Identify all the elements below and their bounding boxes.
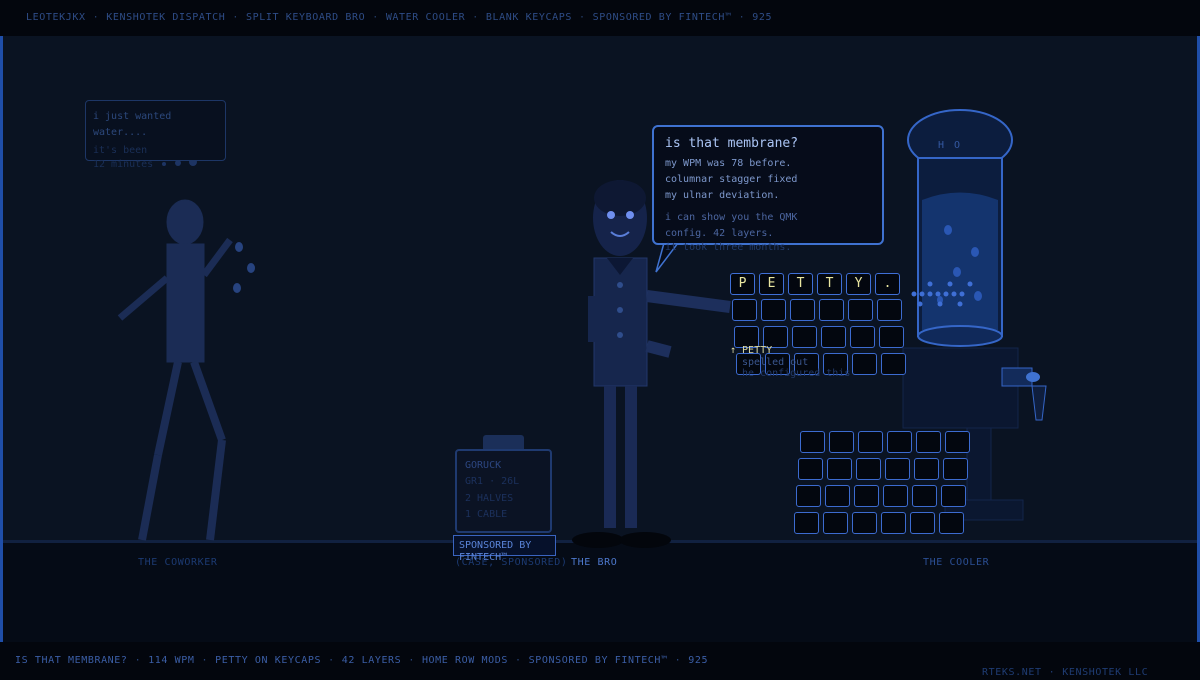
keyboard-case: GORUCK GR1 · 26L 2 HALVES 1 CABLE <box>455 449 552 533</box>
cooler-label: H O <box>938 140 963 151</box>
keycap-blank <box>790 299 815 321</box>
bubble-question: is that membrane? <box>665 136 799 151</box>
keycap: T <box>817 273 842 295</box>
keycap-blank <box>858 431 883 453</box>
ticker: IS THAT MEMBRANE? · 114 WPM · PETTY ON KEY… <box>15 655 709 666</box>
case-lid <box>483 435 524 449</box>
keycap-blank <box>823 512 848 534</box>
coworker-thought-bubble: i just wanted water.... it's been 12 min… <box>85 100 226 170</box>
keycap-blank <box>854 485 879 507</box>
thought-line-faint: 12 minutes <box>93 159 154 170</box>
ticker-item: 114 WPM <box>148 655 195 666</box>
thought-line: i just wanted <box>93 111 172 122</box>
keycap-blank <box>850 326 875 348</box>
keycap-blank <box>914 458 939 480</box>
keycap: P <box>730 273 755 295</box>
keycap-blank <box>829 431 854 453</box>
keycap-blank <box>796 485 821 507</box>
keycap-blank <box>945 431 970 453</box>
petty-annotation-sub: he configured this <box>742 368 851 379</box>
keycap-blank <box>794 512 819 534</box>
keycap-blank <box>761 299 786 321</box>
left-eye <box>607 211 615 219</box>
caption-coworker: THE COWORKER <box>138 557 218 568</box>
keycap-blank <box>848 299 873 321</box>
bubble-line: my WPM was 78 before. <box>665 158 792 169</box>
ticker-item: 42 LAYERS <box>341 655 402 666</box>
bubble-line: i can show you the QMK <box>665 212 798 223</box>
bro-speech-bubble: is that membrane? my WPM was 78 before. … <box>652 125 884 253</box>
ticker-item: HOME ROW MODS <box>421 655 509 666</box>
keycap-blank <box>852 512 877 534</box>
ticker-item: PETTY ON KEYCAPS <box>215 655 322 666</box>
keycap: Y <box>846 273 871 295</box>
keycap-blank <box>941 485 966 507</box>
keycap-blank <box>883 485 908 507</box>
coworker-figure <box>117 199 233 541</box>
keycap-blank <box>856 458 881 480</box>
keycap-blank <box>879 326 904 348</box>
right-eye <box>626 211 634 219</box>
keycap-blank <box>887 431 912 453</box>
keycap-blank <box>825 485 850 507</box>
keycap: E <box>759 273 784 295</box>
caption-bro: THE BRO <box>571 557 618 568</box>
keycap-blank <box>800 431 825 453</box>
keycap-blank <box>916 431 941 453</box>
keycap-blank <box>819 299 844 321</box>
keycap-blank <box>912 485 937 507</box>
keycap-blank <box>885 458 910 480</box>
petty-annotation-sub: spelled out <box>742 357 809 368</box>
keycap: T <box>788 273 813 295</box>
bubble-line: my ulnar deviation. <box>665 190 780 201</box>
sweat-drops <box>233 242 255 293</box>
case-label-faint: 2 HALVES <box>465 493 514 504</box>
sponsor-tag: SPONSORED BY FINTECH™ <box>453 535 556 563</box>
thought-line-faint: it's been <box>93 145 148 156</box>
thought-line: water.... <box>93 127 148 138</box>
keycap-blank <box>852 353 877 375</box>
ticker-item: IS THAT MEMBRANE? <box>15 655 128 666</box>
case-label: GORUCK <box>465 460 502 471</box>
case-label-faint: 1 CABLE <box>465 509 508 520</box>
keycap-blank <box>877 299 902 321</box>
bubble-line: it took three months. <box>665 242 792 253</box>
keycap-blank <box>881 353 906 375</box>
keycap-blank <box>910 512 935 534</box>
caption-case: (CASE, SPONSORED) <box>455 557 568 568</box>
keycap-blank <box>792 326 817 348</box>
petty-annotation: ↑ PETTY <box>730 345 773 356</box>
keycap-blank <box>732 299 757 321</box>
ticker-item: SPONSORED BY FINTECH™ <box>528 655 668 666</box>
keycap: . <box>875 273 900 295</box>
keycap-blank <box>943 458 968 480</box>
caption-cooler: THE COOLER <box>923 557 990 568</box>
case-label-faint: GR1 · 26L <box>465 476 520 487</box>
ticker-item: 925 <box>688 655 709 666</box>
bubble-line: columnar stagger fixed <box>665 174 798 185</box>
keycap-blank <box>821 326 846 348</box>
credit-line: RTEKS.NET · KENSHOTEK LLC <box>982 667 1149 678</box>
keycap-blank <box>939 512 964 534</box>
bubble-line: config. 42 layers. <box>665 228 774 239</box>
credit-company: KENSHOTEK LLC <box>1062 667 1149 678</box>
keycap-blank <box>881 512 906 534</box>
keycap-blank <box>827 458 852 480</box>
keycap-blank <box>798 458 823 480</box>
credit-site[interactable]: RTEKS.NET <box>982 667 1042 678</box>
